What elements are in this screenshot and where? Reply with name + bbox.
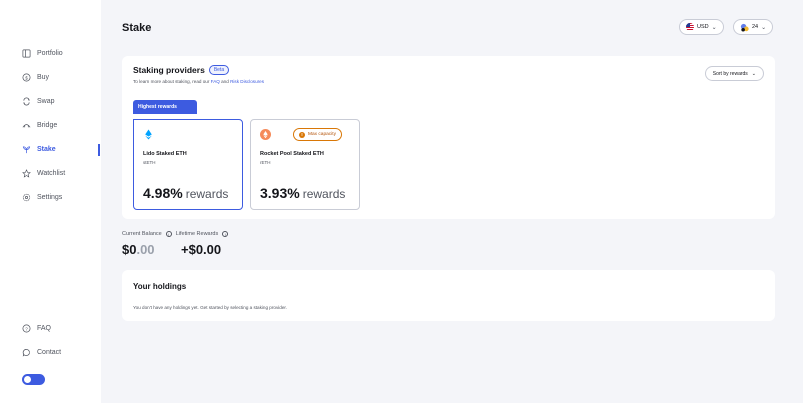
holdings-title: Your holdings bbox=[133, 282, 187, 291]
provider-rate: 3.93% rewards bbox=[260, 185, 345, 201]
toggle-knob bbox=[24, 376, 31, 383]
faq-link[interactable]: FAQ bbox=[211, 79, 220, 84]
rate-unit: rewards bbox=[302, 187, 346, 201]
holdings-empty-message: You don't have any holdings yet. Get sta… bbox=[133, 305, 287, 310]
staking-providers-card: Staking providers Beta To learn more abo… bbox=[122, 56, 775, 219]
provider-card-lido[interactable]: Lido Staked ETH stETH 4.98% rewards bbox=[133, 119, 243, 210]
sidebar: Portfolio $ Buy Swap Bridge Stake Watchl… bbox=[0, 0, 101, 403]
sidebar-item-swap[interactable]: Swap bbox=[22, 97, 55, 106]
sidebar-item-label: FAQ bbox=[37, 325, 52, 332]
balance-labels: Current Balance i Lifetime Rewards i bbox=[122, 231, 229, 237]
max-capacity-badge: ! Max capacity bbox=[293, 128, 342, 141]
active-indicator bbox=[98, 144, 100, 156]
bridge-icon bbox=[22, 124, 31, 128]
swap-icon bbox=[23, 97, 30, 106]
subtitle-and: and bbox=[221, 79, 229, 84]
sidebar-item-label: Swap bbox=[37, 98, 55, 105]
provider-card-rocketpool[interactable]: ! Max capacity Rocket Pool Staked ETH rE… bbox=[250, 119, 360, 210]
providers-title: Staking providers bbox=[133, 65, 205, 75]
sidebar-item-bridge[interactable]: Bridge bbox=[22, 121, 57, 130]
theme-toggle[interactable] bbox=[22, 374, 45, 385]
lifetime-rewards-value: +$0.00 bbox=[181, 242, 222, 257]
network-count: 24 bbox=[752, 24, 759, 30]
current-balance-value: $0.00 bbox=[122, 242, 155, 257]
sidebar-item-label: Buy bbox=[37, 74, 50, 81]
provider-name: Rocket Pool Staked ETH bbox=[260, 151, 324, 157]
sidebar-item-label: Settings bbox=[37, 194, 63, 201]
rocketpool-icon bbox=[260, 129, 271, 140]
info-icon[interactable]: i bbox=[165, 231, 172, 237]
sidebar-item-portfolio[interactable]: Portfolio bbox=[22, 49, 63, 58]
sort-dropdown[interactable]: Sort by rewards ⌄ bbox=[704, 66, 764, 81]
chevron-down-icon: ⌄ bbox=[761, 24, 767, 31]
warning-icon: ! bbox=[299, 131, 305, 138]
chat-icon bbox=[22, 348, 30, 357]
providers-heading: Staking providers Beta bbox=[133, 65, 230, 75]
holdings-card: Your holdings You don't have any holding… bbox=[122, 270, 775, 321]
gear-icon bbox=[22, 193, 31, 202]
sidebar-item-watchlist[interactable]: Watchlist bbox=[22, 169, 65, 178]
stake-icon bbox=[22, 146, 31, 154]
chevron-down-icon: ⌄ bbox=[751, 70, 756, 77]
sidebar-item-buy[interactable]: $ Buy bbox=[22, 73, 49, 82]
max-capacity-label: Max capacity bbox=[308, 132, 336, 137]
network-selector[interactable]: 24 ⌄ bbox=[733, 19, 774, 35]
sidebar-item-contact[interactable]: Contact bbox=[22, 348, 61, 357]
chevron-down-icon: ⌄ bbox=[711, 24, 717, 31]
rate-unit: rewards bbox=[185, 187, 229, 201]
star-icon bbox=[22, 169, 31, 178]
providers-subtitle: To learn more about staking, read our FA… bbox=[133, 79, 264, 84]
sidebar-item-stake[interactable]: Stake bbox=[22, 145, 56, 154]
lido-icon bbox=[145, 129, 152, 140]
sidebar-item-faq[interactable]: ? FAQ bbox=[22, 324, 51, 333]
info-icon[interactable]: i bbox=[222, 231, 229, 237]
us-flag-icon bbox=[686, 23, 694, 31]
lifetime-rewards-label: Lifetime Rewards bbox=[175, 231, 219, 237]
provider-rate: 4.98% rewards bbox=[143, 185, 228, 201]
sidebar-item-label: Bridge bbox=[37, 122, 58, 129]
network-icon bbox=[740, 23, 749, 32]
portfolio-icon bbox=[22, 49, 31, 58]
buy-icon: $ bbox=[22, 73, 31, 82]
currency-selector[interactable]: USD ⌄ bbox=[679, 19, 724, 35]
sidebar-item-settings[interactable]: Settings bbox=[22, 193, 62, 202]
provider-symbol: stETH bbox=[143, 160, 156, 165]
sidebar-item-label: Portfolio bbox=[37, 50, 63, 57]
highest-rewards-badge: Highest rewards bbox=[133, 100, 197, 114]
rate-value: 3.93% bbox=[260, 185, 300, 201]
risk-disclosures-link[interactable]: Risk Disclosures bbox=[230, 79, 264, 84]
provider-name: Lido Staked ETH bbox=[143, 151, 187, 157]
currency-label: USD bbox=[697, 24, 709, 30]
svg-text:?: ? bbox=[25, 326, 28, 331]
sort-label: Sort by rewards bbox=[712, 70, 748, 77]
sidebar-item-label: Watchlist bbox=[37, 170, 66, 177]
question-icon: ? bbox=[22, 324, 31, 333]
balance-whole: $0 bbox=[122, 242, 137, 257]
sidebar-item-label: Contact bbox=[37, 349, 62, 356]
rate-value: 4.98% bbox=[143, 185, 183, 201]
svg-text:$: $ bbox=[25, 75, 28, 80]
balance-cents: .00 bbox=[136, 242, 155, 257]
current-balance-label: Current Balance bbox=[122, 231, 162, 237]
sidebar-item-label: Stake bbox=[37, 146, 56, 153]
beta-badge: Beta bbox=[208, 65, 230, 75]
provider-symbol: rETH bbox=[260, 160, 271, 165]
page-title: Stake bbox=[122, 22, 152, 34]
subtitle-text: To learn more about staking, read our bbox=[133, 79, 210, 84]
